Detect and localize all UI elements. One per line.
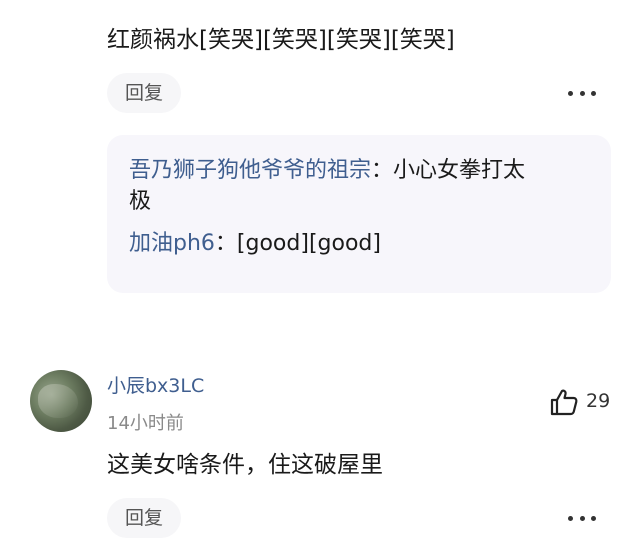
reply-button[interactable]: 回复 [107,73,182,113]
sub-reply-separator: ： [371,158,394,183]
sub-reply-author[interactable]: 吾乃狮子狗他爷爷的祖宗 [129,158,371,183]
replies-panel[interactable]: 吾乃狮子狗他爷爷的祖宗：小心女拳打太 极 加油ph6：[good][good] [107,135,611,293]
reply-button[interactable]: 回复 [107,498,182,538]
comment-text: 这美女啥条件，住这破屋里 [107,452,383,478]
comment-timestamp: 14小时前 [107,413,184,434]
thumbs-up-icon[interactable] [549,387,579,417]
sub-reply-text: [good][good] [236,231,381,256]
sub-reply: 吾乃狮子狗他爷爷的祖宗：小心女拳打太 极 [129,155,589,217]
sub-reply-text-continued: 极 [129,189,152,214]
more-options-icon[interactable] [568,514,596,522]
sub-reply-text: 小心女拳打太 [393,158,526,183]
sub-reply-separator: ： [214,231,237,256]
sub-reply: 加油ph6：[good][good] [129,228,589,259]
like-count: 29 [586,390,611,412]
user-avatar[interactable] [30,370,92,432]
sub-reply-author[interactable]: 加油ph6 [129,231,215,256]
comment-text: 红颜祸水[笑哭][笑哭][笑哭][笑哭] [107,27,455,53]
comment-username[interactable]: 小辰bx3LC [107,371,204,398]
more-options-icon[interactable] [568,89,596,97]
